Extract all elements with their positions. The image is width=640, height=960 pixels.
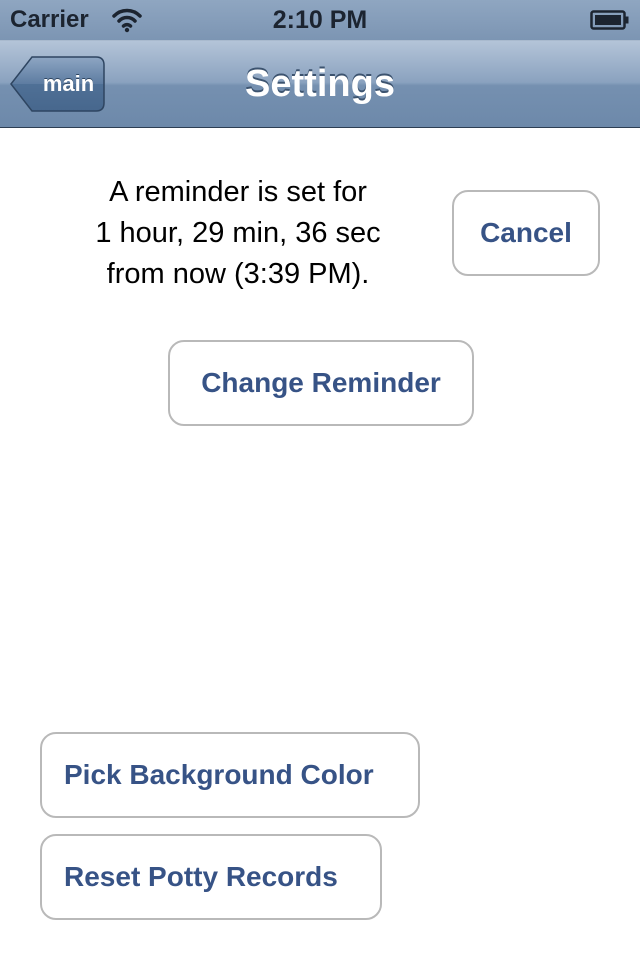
change-reminder-button-label: Change Reminder xyxy=(201,367,441,398)
status-bar: Carrier 2:10 PM xyxy=(0,0,640,40)
change-reminder-button[interactable]: Change Reminder xyxy=(168,340,474,426)
page-title: Settings xyxy=(245,63,395,105)
reset-potty-records-button-label: Reset Potty Records xyxy=(64,861,338,892)
reset-potty-records-button[interactable]: Reset Potty Records xyxy=(40,834,382,920)
reminder-status-text: A reminder is set for 1 hour, 29 min, 36… xyxy=(48,172,428,295)
clock: 2:10 PM xyxy=(272,6,368,34)
battery-icon xyxy=(590,9,630,31)
cancel-button[interactable]: Cancel xyxy=(452,190,600,276)
settings-screen: Carrier 2:10 PM main Settings A reminder… xyxy=(0,0,640,960)
reminder-line-3: from now (3:39 PM). xyxy=(106,258,370,290)
navigation-bar: main Settings xyxy=(0,40,640,128)
pick-background-color-button[interactable]: Pick Background Color xyxy=(40,732,420,818)
pick-background-color-button-label: Pick Background Color xyxy=(64,759,374,790)
reminder-line-2: 1 hour, 29 min, 36 sec xyxy=(95,217,381,249)
cancel-button-label: Cancel xyxy=(480,217,572,248)
reminder-line-1: A reminder is set for xyxy=(109,176,367,208)
